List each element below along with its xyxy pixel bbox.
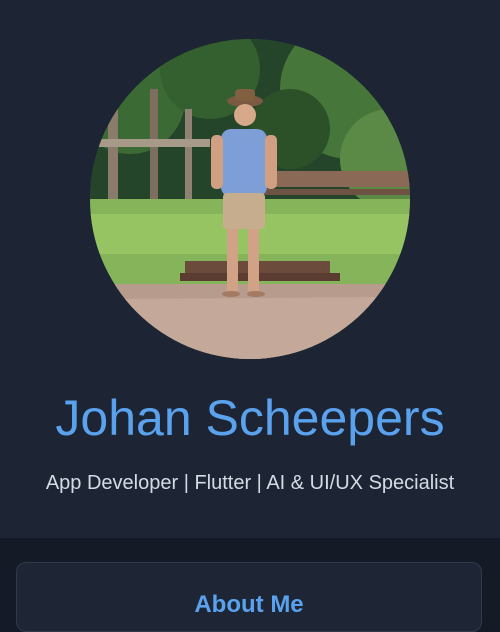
profile-name: Johan Scheepers (55, 390, 445, 446)
about-title: About Me (194, 591, 304, 618)
profile-photo-image (90, 39, 410, 359)
profile-photo (90, 39, 410, 359)
profile-hero: Johan Scheepers App Developer | Flutter … (0, 0, 500, 538)
about-card: About Me (16, 562, 482, 632)
profile-tagline: App Developer | Flutter | AI & UI/UX Spe… (45, 472, 455, 494)
